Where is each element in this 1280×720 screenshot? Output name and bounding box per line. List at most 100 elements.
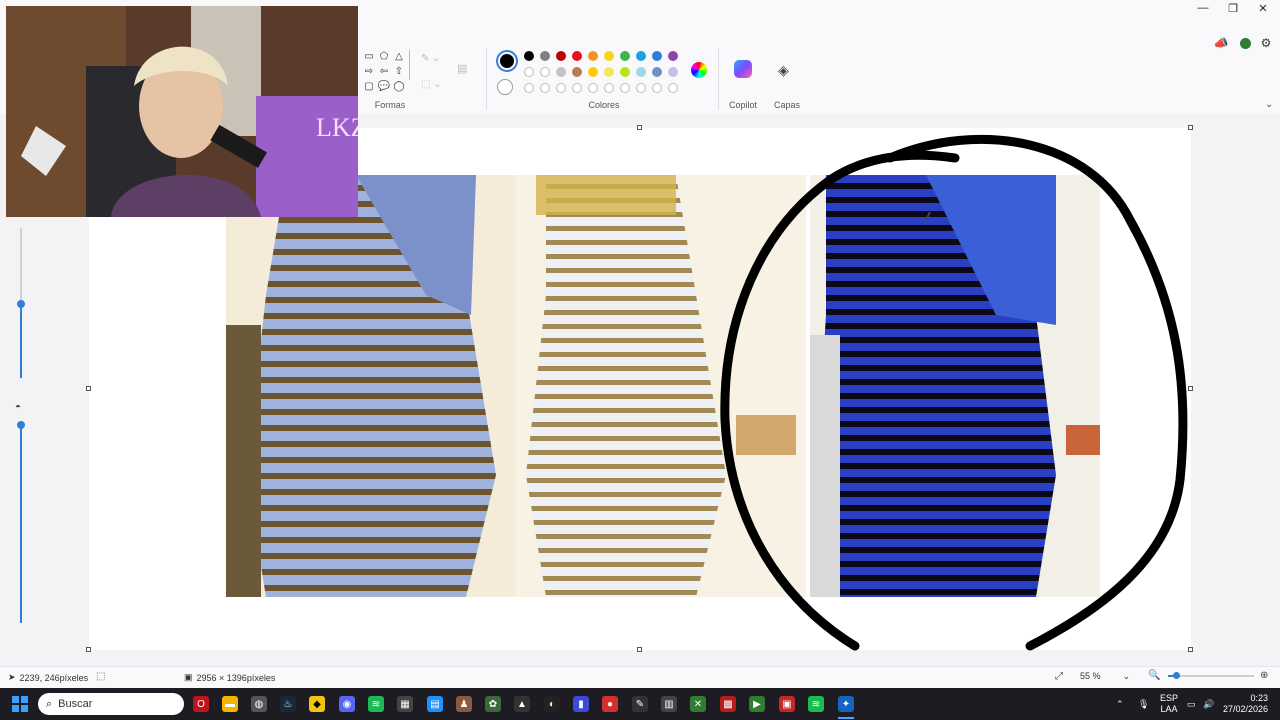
xbox-icon[interactable]: ✕ [690, 696, 706, 712]
color-swatch[interactable] [604, 51, 614, 61]
shape-style-icon[interactable]: ▤ [457, 62, 467, 75]
color-swatch[interactable] [652, 67, 662, 77]
color-swatch[interactable] [540, 51, 550, 61]
custom-color-slot[interactable] [556, 83, 566, 93]
color-swatch[interactable] [652, 51, 662, 61]
color-swatch[interactable] [556, 51, 566, 61]
polygon-shape-icon[interactable]: ⬠ [377, 50, 391, 63]
copilot-icon[interactable] [734, 60, 752, 78]
arrow-up-shape-icon[interactable]: ⇧ [392, 65, 406, 78]
app-icon-dark[interactable]: ✎ [632, 696, 648, 712]
app-icon-red[interactable]: ● [602, 696, 618, 712]
custom-color-slot[interactable] [604, 83, 614, 93]
app-icon-yellow[interactable]: ◆ [309, 696, 325, 712]
layers-icon[interactable]: ◈ [778, 62, 789, 79]
color-swatch[interactable] [620, 51, 630, 61]
custom-color-slot[interactable] [588, 83, 598, 93]
zoom-slider-knob[interactable] [1173, 672, 1180, 679]
layers-label[interactable]: Capas [772, 100, 802, 110]
game-icon-2[interactable]: ✿ [485, 696, 501, 712]
clock[interactable]: 0:23 27/02/2026 [1222, 688, 1268, 720]
opacity-slider-knob[interactable] [17, 421, 25, 429]
color-swatch[interactable] [556, 67, 566, 77]
stream-deck-icon[interactable]: ▦ [397, 696, 413, 712]
color-swatch[interactable] [604, 67, 614, 77]
opera-icon[interactable]: O [193, 696, 209, 712]
color-1-selected[interactable] [496, 50, 518, 72]
minimize-button[interactable]: — [1188, 0, 1218, 16]
app-icon-blue[interactable]: ▮ [573, 696, 589, 712]
oval-callout-shape-icon[interactable]: ◯ [392, 80, 406, 93]
rectangle-shape-icon[interactable]: ▭ [362, 50, 376, 63]
discord-icon[interactable]: ◉ [339, 696, 355, 712]
notes-icon[interactable]: ▤ [427, 696, 443, 712]
game-icon-3[interactable]: ▲ [514, 696, 530, 712]
spotify-icon[interactable]: ≋ [368, 696, 384, 712]
size-slider-knob[interactable] [17, 300, 25, 308]
outline-icon[interactable]: ✎ ⌄ [421, 53, 441, 64]
arrow-right-shape-icon[interactable]: ⇨ [362, 65, 376, 78]
steam-icon[interactable]: ♨ [280, 696, 296, 712]
color-swatch[interactable] [636, 51, 646, 61]
custom-color-slot[interactable] [620, 83, 630, 93]
fit-to-window-icon[interactable]: ⤢ [1055, 671, 1063, 682]
callout-shape-icon[interactable]: 💬 [377, 80, 391, 93]
custom-color-slot[interactable] [572, 83, 582, 93]
zoom-slider[interactable] [1168, 675, 1254, 677]
custom-color-slot[interactable] [668, 83, 678, 93]
color-swatch[interactable] [540, 67, 550, 77]
color-swatch[interactable] [668, 67, 678, 77]
color-swatch[interactable] [636, 67, 646, 77]
app-icon-gray[interactable]: ▥ [661, 696, 677, 712]
arrow-left-shape-icon[interactable]: ⇦ [377, 65, 391, 78]
network-icon[interactable]: ▭ [1187, 688, 1196, 720]
custom-color-slot[interactable] [524, 67, 534, 77]
resize-handle[interactable] [86, 647, 91, 652]
zoom-select[interactable]: 55 % ⌄ [1076, 669, 1134, 683]
resize-handle[interactable] [86, 386, 91, 391]
file-explorer-icon[interactable]: ▬ [222, 696, 238, 712]
app-icon-maroon[interactable]: ▩ [720, 696, 736, 712]
app-icon-green[interactable]: ▶ [749, 696, 765, 712]
color-2-slot[interactable] [497, 79, 513, 95]
color-swatch[interactable] [668, 51, 678, 61]
custom-color-slot[interactable] [540, 83, 550, 93]
paint-icon[interactable]: ✦ [838, 696, 854, 712]
color-swatch[interactable] [572, 67, 582, 77]
feedback-icon[interactable]: 📣 [1214, 36, 1229, 50]
custom-color-slot[interactable] [524, 83, 534, 93]
restore-button[interactable]: ❐ [1218, 0, 1248, 16]
chrome-icon[interactable]: ◍ [251, 696, 267, 712]
color-swatch[interactable] [588, 51, 598, 61]
custom-color-slot[interactable] [652, 83, 662, 93]
edit-colors-icon[interactable] [691, 62, 707, 78]
zoom-in-icon[interactable]: ⊕ [1260, 670, 1268, 681]
zoom-out-icon[interactable]: 🔍 [1148, 670, 1160, 681]
triangle-shape-icon[interactable]: △ [392, 50, 406, 63]
app-icon-red-2[interactable]: ▣ [779, 696, 795, 712]
resize-handle[interactable] [637, 647, 642, 652]
epic-icon[interactable]: ◐ [544, 696, 560, 712]
settings-icon[interactable]: ⚙ [1259, 36, 1273, 50]
custom-color-slot[interactable] [636, 83, 646, 93]
resize-handle[interactable] [1188, 386, 1193, 391]
copilot-label[interactable]: Copilot [725, 100, 761, 110]
start-button[interactable] [12, 696, 28, 712]
color-swatch[interactable] [588, 67, 598, 77]
volume-icon[interactable]: 🔊 [1203, 688, 1214, 720]
resize-handle[interactable] [1188, 125, 1193, 130]
tray-overflow-icon[interactable]: ⌃ [1116, 688, 1124, 720]
ribbon-collapse-icon[interactable]: ⌄ [1265, 99, 1273, 110]
rounded-rect-shape-icon[interactable]: ▢ [362, 80, 376, 93]
game-icon-1[interactable]: ♟ [456, 696, 472, 712]
account-icon[interactable] [1238, 36, 1252, 50]
resize-handle[interactable] [1188, 647, 1193, 652]
taskbar-search[interactable]: ⌕ Buscar [38, 693, 184, 715]
spotify-icon-2[interactable]: ≋ [808, 696, 824, 712]
microphone-icon[interactable]: 🎙 [1138, 688, 1149, 720]
color-swatch[interactable] [524, 51, 534, 61]
resize-handle[interactable] [637, 125, 642, 130]
fill-icon[interactable]: ⬚ ⌄ [421, 79, 442, 90]
language-indicator[interactable]: ESP LAA [1158, 688, 1180, 720]
close-button[interactable]: ✕ [1248, 0, 1278, 16]
